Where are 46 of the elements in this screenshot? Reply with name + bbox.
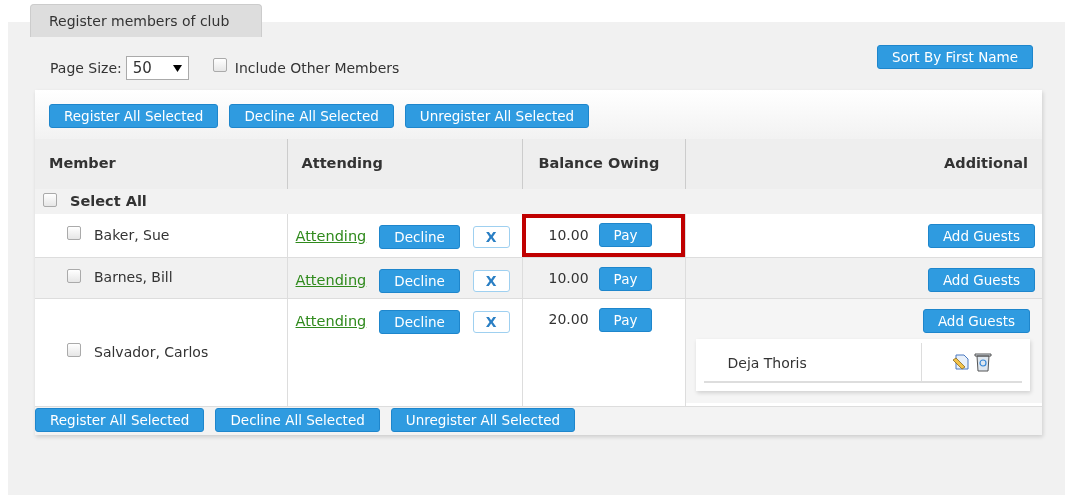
- checkbox[interactable]: [67, 268, 81, 283]
- field-label: Page Size:: [50, 58, 122, 78]
- balance-amount: 20.00: [548, 310, 589, 329]
- page-size-select[interactable]: 50: [125, 56, 189, 80]
- member-name: Baker, Sue: [94, 225, 170, 245]
- balance-amount: 10.00: [548, 269, 589, 288]
- add-guests-button[interactable]: Add Guests: [927, 224, 1035, 248]
- sort-button[interactable]: Sort By First Name: [876, 45, 1033, 69]
- checkbox[interactable]: [43, 192, 57, 207]
- column-header: Attending: [287, 139, 522, 189]
- checkbox[interactable]: [67, 226, 81, 241]
- attending-link[interactable]: Attending: [295, 226, 367, 248]
- bulk-action-button[interactable]: Unregister All Selected: [404, 104, 590, 128]
- balance-amount: 10.00: [548, 225, 589, 245]
- panel-tab[interactable]: Register members of club: [30, 4, 262, 37]
- remove-button[interactable]: X: [472, 269, 510, 292]
- pay-button[interactable]: Pay: [598, 266, 653, 291]
- checkbox[interactable]: [67, 343, 81, 357]
- bulk-action-button[interactable]: Decline All Selected: [215, 407, 380, 432]
- checkbox-label: Include Other Members: [234, 58, 400, 78]
- decline-button[interactable]: Decline: [379, 309, 460, 334]
- guest-name: Deja Thoris: [703, 342, 922, 381]
- column-header: Member: [35, 139, 287, 189]
- bulk-action-button[interactable]: Register All Selected: [49, 104, 219, 128]
- bulk-action-button[interactable]: Register All Selected: [35, 407, 205, 432]
- checkbox[interactable]: [212, 58, 227, 72]
- add-guests-button[interactable]: Add Guests: [922, 308, 1030, 333]
- caret-icon: [172, 64, 182, 72]
- pay-button[interactable]: Pay: [598, 307, 653, 332]
- trash-icon[interactable]: [974, 351, 992, 372]
- bulk-action-button[interactable]: Decline All Selected: [229, 104, 394, 128]
- column-header: Additional: [685, 139, 1042, 189]
- attending-link[interactable]: Attending: [295, 269, 367, 292]
- remove-button[interactable]: X: [472, 310, 510, 333]
- remove-button[interactable]: X: [472, 226, 510, 248]
- bulk-action-button[interactable]: Unregister All Selected: [390, 407, 576, 432]
- decline-button[interactable]: Decline: [379, 268, 460, 293]
- member-name: Barnes, Bill: [94, 268, 173, 287]
- edit-icon[interactable]: [952, 351, 970, 370]
- decline-button[interactable]: Decline: [379, 225, 460, 249]
- column-header: Balance Owing: [522, 139, 685, 189]
- member-name: Salvador, Carlos: [94, 342, 209, 362]
- attending-link[interactable]: Attending: [295, 310, 367, 333]
- select-all-label: Select All: [70, 191, 147, 211]
- pay-button[interactable]: Pay: [598, 223, 653, 247]
- add-guests-button[interactable]: Add Guests: [927, 267, 1035, 292]
